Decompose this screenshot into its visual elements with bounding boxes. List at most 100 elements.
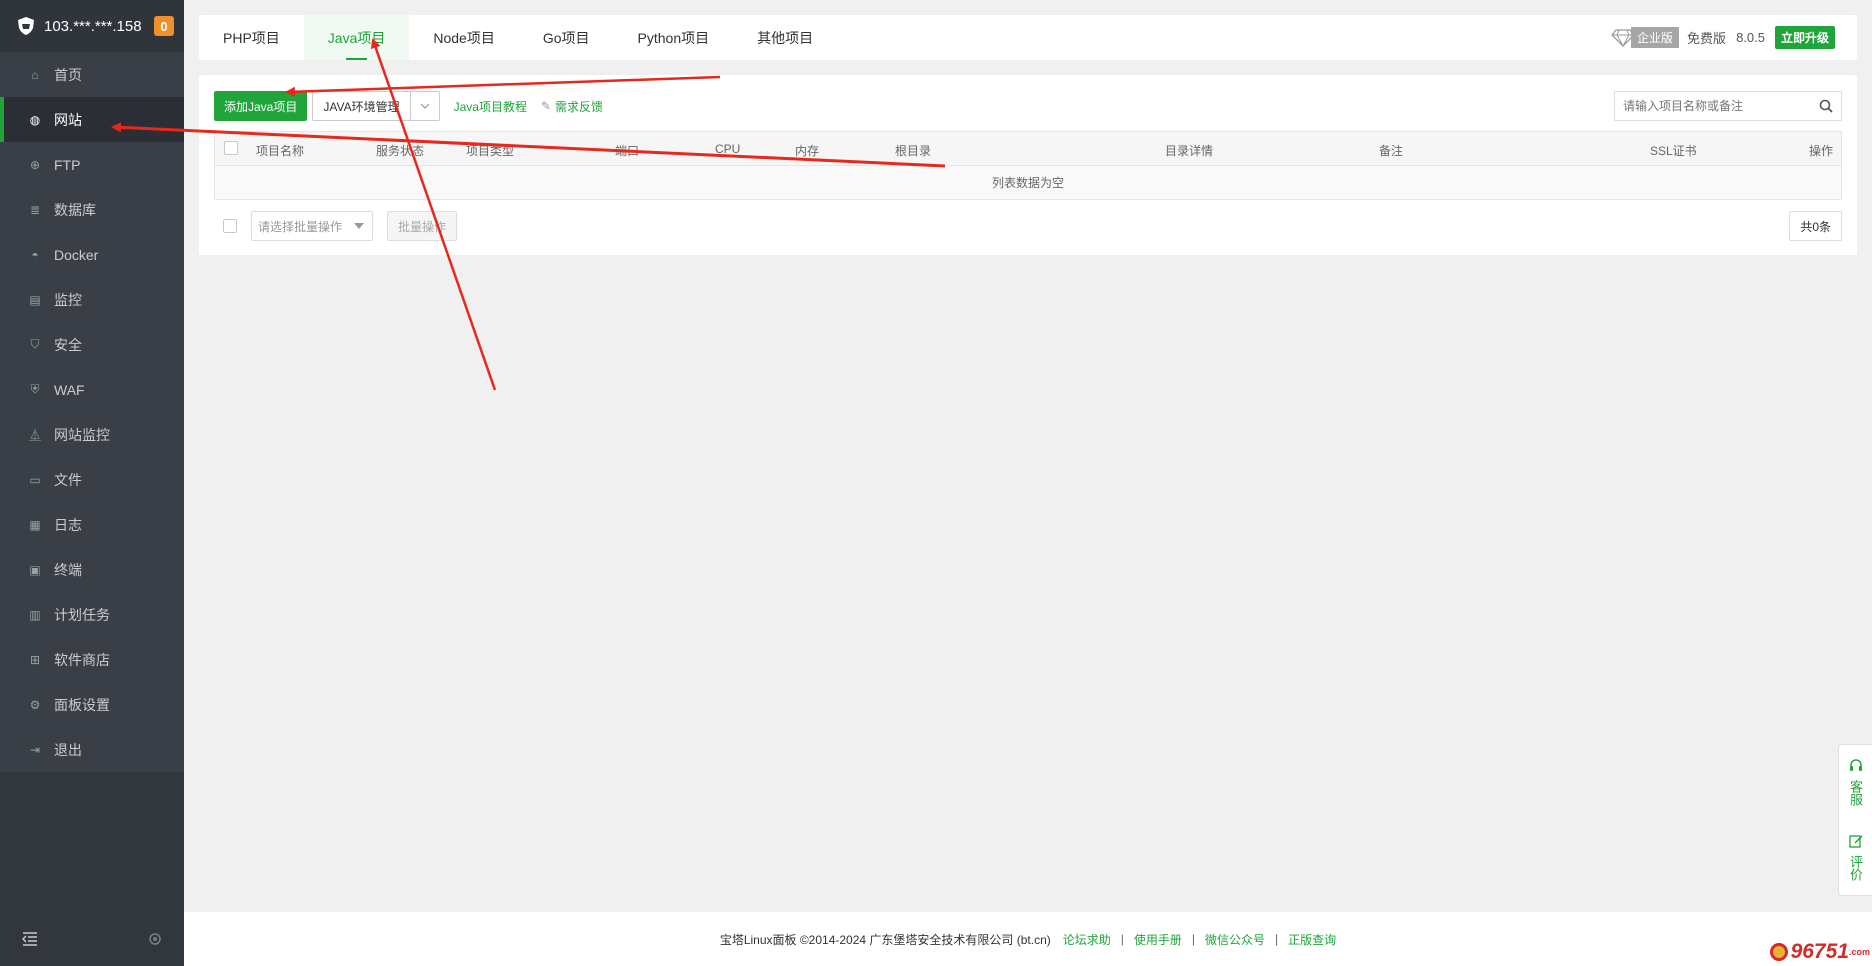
chevron-down-icon[interactable]: [411, 92, 439, 120]
sidebar-item-settings[interactable]: ⚙ 面板设置: [0, 682, 184, 727]
sidebar-item-label: 终端: [54, 561, 82, 578]
free-edition-label: 免费版: [1687, 31, 1727, 46]
sidebar: 103.***.***.158 0 ⌂ 首页 ◍ 网站 ⊕ FTP ≣ 数据库 ◓ Doc…: [0, 0, 184, 966]
server-ip[interactable]: 103.***.***.158: [44, 18, 154, 35]
feedback-label: 需求反馈: [555, 99, 604, 114]
search-input[interactable]: [1615, 99, 1811, 113]
sidebar-item-label: 数据库: [54, 201, 96, 218]
footer-link-license[interactable]: 正版查询: [1288, 931, 1336, 948]
col-project-type[interactable]: 项目类型: [466, 142, 514, 159]
col-root-dir[interactable]: 根目录: [895, 142, 931, 159]
sidebar-item-label: 计划任务: [54, 606, 110, 623]
upgrade-button[interactable]: 立即升级: [1774, 26, 1835, 49]
sidebar-item-label: 网站监控: [54, 426, 110, 443]
sidebar-item-label: 网站: [54, 111, 82, 128]
footer-link-wechat[interactable]: 微信公众号: [1205, 931, 1265, 948]
add-java-project-button[interactable]: 添加Java项目: [214, 91, 308, 121]
select-all-checkbox[interactable]: [224, 141, 238, 155]
col-project-name[interactable]: 项目名称: [256, 142, 304, 159]
floating-help-widget: 客服 评价: [1838, 744, 1872, 896]
col-remarks[interactable]: 备注: [1379, 142, 1403, 159]
sidebar-item-cron[interactable]: ▥ 计划任务: [0, 592, 184, 637]
empty-state: 列表数据为空: [215, 166, 1841, 199]
batch-bar: 请选择批量操作 批量操作 共0条: [214, 211, 1842, 241]
footer-link-forum[interactable]: 论坛求助: [1063, 931, 1111, 948]
sidebar-item-logout[interactable]: ⇥ 退出: [0, 727, 184, 772]
sidebar-item-waf[interactable]: ⛨ WAF: [0, 367, 184, 412]
edit-icon: [1848, 834, 1863, 851]
sidebar-item-label: Docker: [54, 246, 99, 263]
sidebar-item-ftp[interactable]: ⊕ FTP: [0, 142, 184, 187]
notification-badge[interactable]: 0: [154, 16, 174, 36]
feedback-link[interactable]: ✎ 需求反馈: [541, 98, 603, 115]
table-header: 项目名称 服务状态 项目类型 端口 CPU 内存 根目录 目录详情 备注 SSL…: [215, 132, 1841, 166]
site-monitor-icon: ⏅: [28, 428, 41, 442]
col-dir-details[interactable]: 目录详情: [1165, 142, 1213, 159]
database-icon: ≣: [29, 202, 41, 217]
col-port[interactable]: 端口: [615, 142, 639, 159]
sidebar-item-monitor[interactable]: ▤ 监控: [0, 277, 184, 322]
log-icon: ▦: [29, 517, 41, 532]
sidebar-item-label: WAF: [54, 381, 85, 398]
sidebar-item-website[interactable]: ◍ 网站: [0, 97, 184, 142]
enterprise-edition[interactable]: 企业版: [1611, 27, 1680, 48]
sidebar-item-label: 首页: [54, 66, 82, 83]
sidebar-item-docker[interactable]: ◓ Docker: [0, 232, 184, 277]
ftp-icon: ⊕: [29, 157, 41, 172]
sidebar-item-store[interactable]: ⊞ 软件商店: [0, 637, 184, 682]
batch-select-checkbox[interactable]: [223, 219, 237, 233]
sidebar-item-files[interactable]: ▭ 文件: [0, 457, 184, 502]
customer-service-button[interactable]: 客服: [1848, 759, 1863, 806]
col-memory[interactable]: 内存: [795, 142, 819, 159]
sidebar-item-terminal[interactable]: ▣ 终端: [0, 547, 184, 592]
tab-python[interactable]: Python项目: [614, 15, 734, 60]
sidebar-item-site-monitor[interactable]: ⏅ 网站监控: [0, 412, 184, 457]
terminal-icon: ▣: [29, 562, 41, 577]
enterprise-label: 企业版: [1631, 27, 1680, 48]
sidebar-item-logs[interactable]: ▦ 日志: [0, 502, 184, 547]
col-ssl-cert[interactable]: SSL证书: [1650, 142, 1697, 159]
java-tutorial-link[interactable]: Java项目教程: [454, 98, 527, 115]
settings-gear-icon[interactable]: [148, 932, 162, 949]
col-service-status[interactable]: 服务状态: [376, 142, 424, 159]
copyright-text: 宝塔Linux面板 ©2014-2024 广东堡塔安全技术有限公司 (bt.cn…: [719, 932, 1051, 947]
tab-php[interactable]: PHP项目: [199, 15, 304, 60]
batch-action-select[interactable]: 请选择批量操作: [251, 211, 373, 241]
footer-link-manual[interactable]: 使用手册: [1134, 931, 1182, 948]
sidebar-footer: [0, 914, 184, 966]
store-icon: ⊞: [29, 652, 41, 667]
sidebar-item-label: 安全: [54, 336, 82, 353]
project-tabs-bar: PHP项目 Java项目 Node项目 Go项目 Python项目 其他项目 企…: [199, 15, 1857, 60]
folder-icon: ▭: [29, 472, 41, 487]
version-number: 8.0.5: [1736, 30, 1765, 45]
col-actions: 操作: [1808, 144, 1833, 158]
total-count: 共0条: [1789, 211, 1842, 241]
batch-action-button[interactable]: 批量操作: [387, 211, 458, 241]
java-env-button[interactable]: JAVA环境管理: [313, 92, 411, 120]
bt-logo-icon: [16, 16, 36, 36]
page-footer: 宝塔Linux面板 ©2014-2024 广东堡塔安全技术有限公司 (bt.cn…: [184, 912, 1872, 966]
footer-separator: |: [1191, 932, 1196, 946]
watermark-suffix: .com: [1848, 947, 1870, 957]
tab-java[interactable]: Java项目: [303, 15, 410, 60]
search-icon[interactable]: [1811, 99, 1841, 113]
tab-other[interactable]: 其他项目: [733, 15, 837, 60]
tab-go[interactable]: Go项目: [519, 15, 614, 60]
sidebar-item-label: 退出: [54, 741, 82, 758]
sidebar-item-label: FTP: [54, 156, 81, 173]
tab-node[interactable]: Node项目: [409, 15, 518, 60]
collapse-menu-icon[interactable]: [22, 931, 38, 949]
sidebar-item-security[interactable]: ⛉ 安全: [0, 322, 184, 367]
docker-icon: ◓: [31, 247, 39, 262]
edit-icon: ✎: [540, 99, 552, 113]
gear-icon: ⚙: [29, 697, 41, 712]
search-box: [1614, 91, 1842, 121]
col-cpu[interactable]: CPU: [715, 142, 740, 156]
sidebar-header: 103.***.***.158 0: [0, 0, 184, 52]
sidebar-item-database[interactable]: ≣ 数据库: [0, 187, 184, 232]
java-env-dropdown[interactable]: JAVA环境管理: [312, 91, 440, 121]
sidebar-item-home[interactable]: ⌂ 首页: [0, 52, 184, 97]
logout-icon: ⇥: [29, 742, 41, 757]
review-button[interactable]: 评价: [1848, 834, 1863, 881]
home-icon: ⌂: [31, 67, 39, 82]
